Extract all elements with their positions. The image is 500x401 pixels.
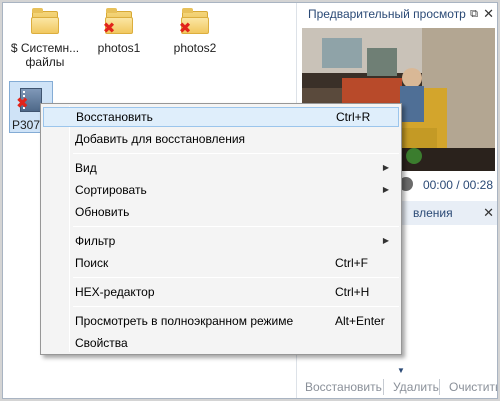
restore-panel-toolbar: Восстановить Удалить Очистить xyxy=(297,377,497,397)
menu-item-properties[interactable]: Свойства xyxy=(43,333,399,353)
delete-button[interactable]: Удалить xyxy=(393,377,439,397)
chevron-right-icon: ▶ xyxy=(382,236,389,245)
close-icon[interactable]: ✕ xyxy=(483,3,494,25)
menu-item-label: Фильтр xyxy=(75,234,116,248)
menu-item-label: Просмотреть в полноэкранном режиме xyxy=(75,314,294,328)
chevron-right-icon: ▶ xyxy=(382,163,389,172)
menu-item-search[interactable]: Поиск Ctrl+F xyxy=(43,253,399,273)
file-label-line2: файлы xyxy=(25,55,65,69)
menu-separator xyxy=(73,277,399,278)
menu-item-add-for-restore[interactable]: Добавить для восстановления xyxy=(43,129,399,149)
chevron-right-icon: ▶ xyxy=(382,185,389,194)
file-item-photos2[interactable]: ✖ photos2 xyxy=(157,8,233,55)
context-menu: Восстановить Ctrl+R Добавить для восстан… xyxy=(40,103,402,355)
menu-item-fullscreen[interactable]: Просмотреть в полноэкранном режиме Alt+E… xyxy=(43,311,399,331)
menu-item-label: Добавить для восстановления xyxy=(75,132,246,146)
red-x-icon: ✖ xyxy=(16,94,29,112)
red-x-icon: ✖ xyxy=(178,19,192,37)
menu-item-label: Восстановить xyxy=(76,110,153,124)
main-window: $ Системн... файлы ✖ photos1 ✖ photos2 ✖… xyxy=(2,2,498,399)
menu-separator xyxy=(73,226,399,227)
close-icon[interactable]: ✕ xyxy=(483,201,494,225)
toolbar-divider xyxy=(383,379,384,395)
menu-item-label: Поиск xyxy=(75,256,109,270)
menu-shortcut: Ctrl+F xyxy=(335,256,368,270)
file-item-system-files[interactable]: $ Системн... файлы xyxy=(7,8,83,69)
preview-title: Предварительный просмотр xyxy=(308,7,466,21)
menu-item-label: Сортировать xyxy=(75,183,147,197)
menu-item-label: HEX-редактор xyxy=(75,285,155,299)
folder-icon: ✖ xyxy=(102,8,134,37)
menu-item-view[interactable]: Вид ▶ xyxy=(43,158,399,178)
folder-icon xyxy=(30,8,60,35)
menu-item-restore[interactable]: Восстановить Ctrl+R xyxy=(43,107,399,127)
menu-item-sort[interactable]: Сортировать ▶ xyxy=(43,180,399,200)
menu-shortcut: Ctrl+R xyxy=(336,110,371,124)
file-label: photos1 xyxy=(97,41,141,55)
menu-item-label: Вид xyxy=(75,161,97,175)
menu-item-label: Свойства xyxy=(75,336,128,350)
menu-item-hex-editor[interactable]: HEX-редактор Ctrl+H xyxy=(43,282,399,302)
clear-button[interactable]: Очистить xyxy=(449,377,497,397)
file-label: photos2 xyxy=(173,41,217,55)
toolbar-divider xyxy=(439,379,440,395)
menu-item-label: Обновить xyxy=(75,205,130,219)
red-x-icon: ✖ xyxy=(102,19,116,37)
menu-separator xyxy=(73,153,399,154)
restore-window-icon[interactable]: ⧉ xyxy=(470,3,478,25)
restore-panel-title: вления xyxy=(413,206,453,220)
menu-shortcut: Alt+Enter xyxy=(335,314,385,328)
menu-separator xyxy=(73,306,399,307)
folder-icon: ✖ xyxy=(178,8,210,37)
playback-time: 00:00 / 00:28 xyxy=(422,178,493,192)
menu-item-refresh[interactable]: Обновить xyxy=(43,202,399,222)
preview-panel-header: Предварительный просмотр ⧉ ✕ xyxy=(297,3,497,25)
file-label: $ Системн... xyxy=(10,41,80,55)
chevron-down-icon[interactable]: ▼ xyxy=(397,366,405,375)
restore-button[interactable]: Восстановить xyxy=(305,377,382,397)
menu-item-filter[interactable]: Фильтр ▶ xyxy=(43,231,399,251)
file-item-photos1[interactable]: ✖ photos1 xyxy=(81,8,157,55)
menu-shortcut: Ctrl+H xyxy=(335,285,370,299)
